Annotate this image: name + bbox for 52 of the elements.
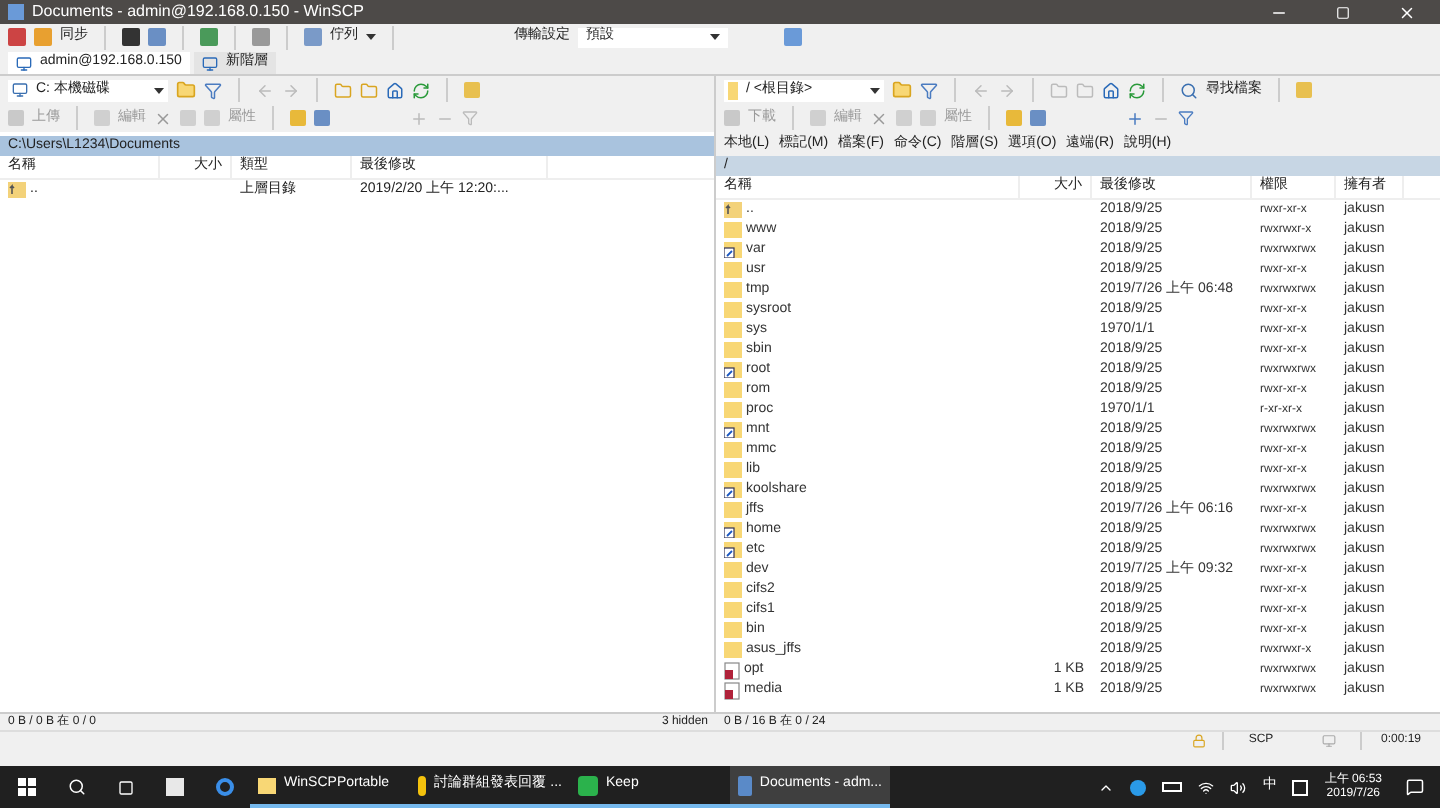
lock-icon: [1192, 733, 1206, 747]
folder-icon: [724, 222, 742, 238]
drive-icon: [12, 82, 28, 98]
expand-icon[interactable]: [410, 109, 428, 127]
tray-app-icon[interactable]: [1130, 779, 1147, 795]
network-icon[interactable]: [1198, 779, 1215, 795]
folder-icon: [724, 502, 742, 518]
folder-shortcut-icon: [724, 242, 742, 258]
expand-icon[interactable]: [1126, 109, 1144, 127]
folder-icon: [728, 81, 738, 99]
folder-icon: [258, 777, 276, 793]
folder-shortcut-icon: [724, 362, 742, 378]
caret-icon: [870, 87, 880, 93]
back-icon[interactable]: [256, 81, 274, 99]
filter-icon[interactable]: [462, 110, 478, 126]
parent-folder-icon: [724, 202, 742, 218]
filter-icon[interactable]: [204, 81, 222, 99]
open-folder-icon[interactable]: [892, 80, 912, 100]
back-icon[interactable]: [972, 81, 990, 99]
delete-icon[interactable]: [154, 109, 172, 127]
forward-icon[interactable]: [998, 81, 1016, 99]
parent-folder-icon: [8, 182, 26, 198]
parent-directory-icon[interactable]: [1050, 81, 1068, 99]
monitor-icon: [16, 55, 32, 71]
refresh-icon[interactable]: [412, 81, 430, 99]
root-directory-icon[interactable]: [360, 81, 378, 99]
home-icon[interactable]: [386, 81, 404, 99]
delete-icon[interactable]: [870, 109, 888, 127]
home-icon[interactable]: [1102, 81, 1120, 99]
folder-shortcut-icon: [724, 542, 742, 558]
close-icon[interactable]: [1398, 3, 1416, 21]
monitor-icon: [201, 55, 218, 71]
filter-icon[interactable]: [920, 81, 938, 99]
caret-icon: [366, 34, 376, 40]
window-title: Documents - admin@192.168.0.150 - WinSCP: [32, 0, 366, 24]
connection-icon: [1322, 733, 1336, 747]
folder-shortcut-icon: [724, 422, 742, 438]
caret-icon: [710, 34, 720, 40]
volume-icon[interactable]: [1230, 779, 1247, 795]
notifications-icon[interactable]: [1406, 778, 1424, 796]
open-folder-icon[interactable]: [176, 80, 196, 100]
caret-icon: [154, 87, 164, 93]
maximize-icon[interactable]: [1336, 5, 1350, 19]
parent-directory-icon[interactable]: [334, 81, 352, 99]
battery-icon[interactable]: [1162, 782, 1183, 792]
folder-shortcut-icon: [724, 522, 742, 538]
folder-shortcut-icon: [724, 482, 742, 498]
refresh-icon[interactable]: [1128, 81, 1146, 99]
root-directory-icon[interactable]: [1076, 81, 1094, 99]
task-view-icon[interactable]: [118, 779, 134, 795]
filter-icon[interactable]: [1178, 110, 1194, 126]
forward-icon[interactable]: [282, 81, 300, 99]
